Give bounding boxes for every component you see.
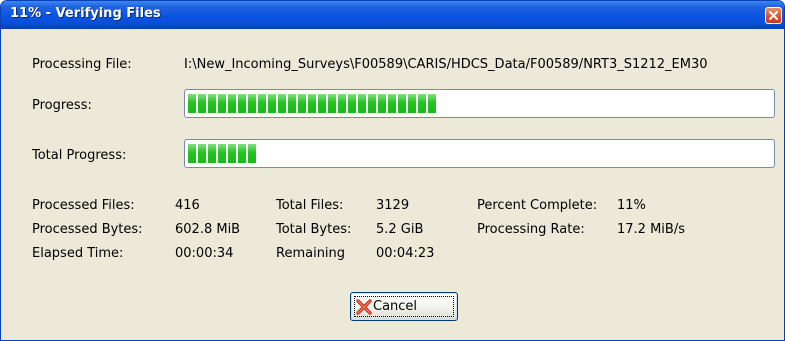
processed-files-value: 416 [175,198,200,213]
total-bytes-value: 5.2 GiB [376,222,424,237]
total-bytes-label: Total Bytes: [276,222,352,237]
close-icon [769,11,778,20]
verifying-files-dialog: 11% - Verifying Files Processing File: I… [0,0,785,341]
window-title: 11% - Verifying Files [10,6,161,21]
title-bar[interactable]: 11% - Verifying Files [1,1,784,29]
processed-bytes-label: Processed Bytes: [32,222,143,237]
remaining-label: Remaining [276,246,346,261]
total-files-value: 3129 [376,198,410,213]
processing-rate-label: Processing Rate: [477,222,585,237]
processing-rate-value: 17.2 MiB/s [617,222,685,237]
processed-bytes-value: 602.8 MiB [175,222,241,237]
processing-file-label: Processing File: [32,57,132,72]
cancel-x-icon [356,299,372,315]
elapsed-time-label: Elapsed Time: [32,246,124,261]
progress-bar [184,89,775,118]
total-files-label: Total Files: [276,198,344,213]
cancel-button-label: Cancel [373,299,418,314]
total-progress-bar [184,139,775,168]
progress-label: Progress: [32,98,92,113]
close-button[interactable] [765,7,782,24]
remaining-value: 00:04:23 [376,246,435,261]
total-progress-label: Total Progress: [32,148,127,163]
percent-complete-label: Percent Complete: [477,198,598,213]
total-progress-bar-fill [188,144,256,163]
processing-file-path: I:\New_Incoming_Surveys\F00589\CARIS/HDC… [184,57,708,72]
elapsed-time-value: 00:00:34 [175,246,234,261]
progress-bar-fill [188,94,436,113]
cancel-button[interactable]: Cancel [350,292,458,321]
percent-complete-value: 11% [617,198,646,213]
processed-files-label: Processed Files: [32,198,135,213]
